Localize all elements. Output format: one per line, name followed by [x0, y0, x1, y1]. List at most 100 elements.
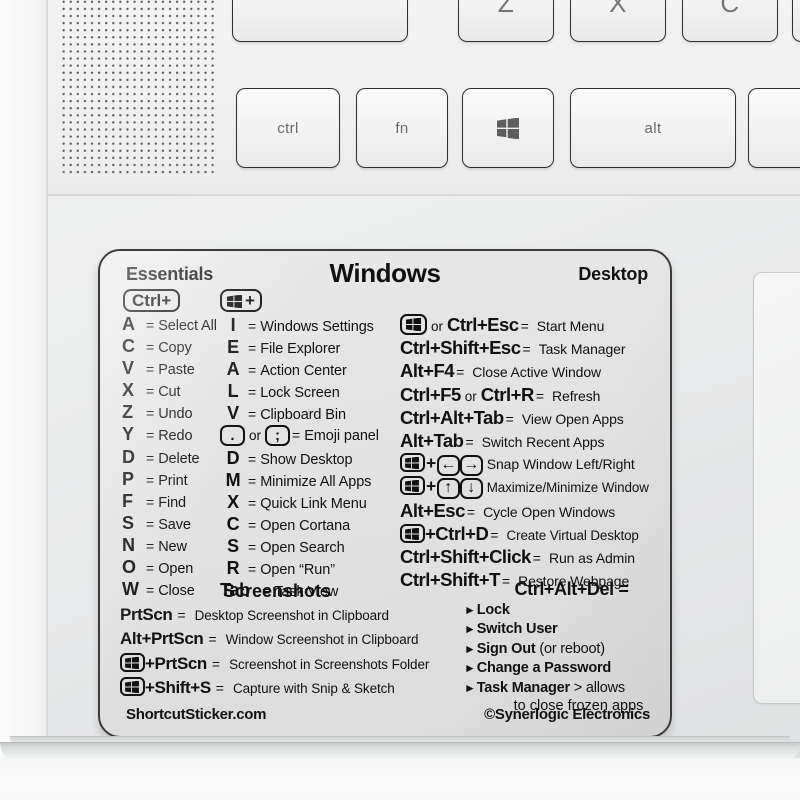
sticker-columns: Ctrl+ A = Select All C = Copy V = Paste X = Cut …: [112, 289, 658, 600]
list-item: S = Open Search: [220, 536, 392, 558]
key-c-label: C: [720, 0, 740, 18]
equals-sign: =: [456, 364, 465, 381]
equals-sign: =: [248, 384, 257, 401]
winkey-cap-box: +: [220, 289, 262, 312]
equals-sign: =: [532, 549, 541, 566]
key-alt[interactable]: alt: [570, 88, 736, 168]
key-right-extra[interactable]: [748, 88, 800, 168]
shortcut-key: +Shift+S: [145, 678, 211, 697]
shortcut-desc: View Open Apps: [521, 410, 624, 427]
list-item: ►Change a Password: [464, 659, 670, 678]
keyboard-shortcut-sticker: Essentials Windows Desktop Ctrl+ A = Selec…: [98, 249, 672, 738]
option-label: Lock: [476, 602, 510, 618]
or-label: or: [464, 388, 477, 404]
shortcut-key: A: [226, 359, 240, 380]
equals-sign: =: [248, 340, 257, 357]
key-c[interactable]: C: [682, 0, 778, 42]
equals-sign: =: [146, 560, 155, 577]
list-item: S = Save: [122, 513, 222, 535]
triangle-bullet-icon: ►: [464, 622, 476, 637]
shortcut-combo: Alt+Tab: [400, 429, 464, 451]
shortcut-key: L: [227, 381, 239, 402]
equals-sign: =: [248, 472, 257, 489]
shortcut-desc: Snap Window Left/Right: [486, 456, 635, 473]
shortcut-combo: Alt+Esc: [400, 499, 465, 521]
windows-logo-icon: [400, 314, 427, 335]
list-item: O = Open: [122, 557, 222, 579]
ctrl-shortcut-list: A = Select All C = Copy V = Paste X = Cut Z = Undo…: [122, 314, 222, 601]
option-label: Sign Out: [476, 640, 536, 657]
list-item: E = File Explorer: [220, 337, 392, 359]
shortcut-key: A: [122, 314, 135, 334]
shortcut-desc: Cut: [158, 384, 181, 401]
shortcut-desc: Cycle Open Windows: [483, 503, 616, 520]
shortcut-desc: Open Cortana: [260, 517, 351, 534]
equals-sign: =: [146, 493, 155, 510]
key-fn-label: fn: [395, 119, 409, 137]
equals-sign: =: [211, 656, 221, 672]
deck-divider-line: [48, 194, 800, 196]
equals-sign: =: [248, 318, 257, 334]
shortcut-desc: Print: [158, 472, 188, 489]
list-item: C = Copy: [122, 336, 222, 358]
key-ctrl-label: ctrl: [277, 119, 299, 137]
list-item: Z = Undo: [122, 402, 222, 424]
windows-logo-icon: [120, 677, 145, 696]
or-label: or: [249, 428, 262, 444]
windows-logo-icon: [497, 117, 519, 139]
list-item: Y = Redo: [122, 424, 222, 446]
windows-logo-icon: [120, 653, 145, 672]
shortcut-combo: Ctrl+F5: [400, 383, 461, 405]
list-item: X = Quick Link Menu: [220, 492, 392, 514]
list-item-emoji: . or ; = Emoji panel: [220, 425, 392, 447]
shortcut-combo: Ctrl+Esc: [447, 314, 519, 335]
shortcut-key: S: [227, 535, 239, 556]
list-item: D = Delete: [122, 447, 222, 469]
arrow-right-icon: →: [459, 454, 483, 476]
triangle-bullet-icon: ►: [464, 641, 476, 656]
shortcut-combo: Ctrl+Shift+Click: [400, 545, 531, 567]
equals-sign: =: [146, 361, 155, 378]
shortcut-key: Alt+PrtScn: [120, 629, 204, 648]
triangle-bullet-icon: ►: [464, 603, 476, 617]
key-ctrl[interactable]: ctrl: [236, 88, 340, 168]
copyright-label: ©Synerlogic Electronics: [484, 706, 650, 723]
key-alt-label: alt: [644, 119, 662, 137]
shortcut-desc: Copy: [158, 340, 192, 357]
key-v[interactable]: [792, 0, 800, 42]
sticker-footer: ShortcutSticker.com ©Synerlogic Electron…: [112, 706, 658, 730]
equals-sign: =: [490, 526, 499, 543]
key-z[interactable]: Z: [458, 0, 554, 42]
arrow-up-icon: ↑: [436, 477, 460, 499]
list-item: Ctrl+Alt+Tab = View Open Apps: [400, 407, 670, 430]
equals-sign: =: [248, 561, 257, 578]
windows-logo-icon: [227, 294, 242, 309]
list-item: PrtScn = Desktop Screenshot in Clipboard: [120, 605, 429, 629]
shortcut-desc: Open Search: [260, 539, 345, 556]
shortcut-desc: Quick Link Menu: [260, 495, 367, 512]
list-item: X = Cut: [122, 380, 222, 402]
key-shift[interactable]: shift ↑: [232, 0, 408, 42]
windows-logo-icon: [400, 476, 425, 496]
equals-sign: =: [248, 450, 257, 467]
shortcut-desc: Window Screenshot in Clipboard: [225, 632, 419, 647]
key-x[interactable]: X: [570, 0, 666, 42]
shortcut-desc: Save: [158, 516, 191, 533]
arrow-left-icon: ←: [436, 454, 460, 476]
shortcut-combo-alt: Ctrl+R: [480, 383, 535, 405]
list-item: +PrtScn = Screenshot in Screenshots Fold…: [120, 653, 429, 677]
shortcut-desc: Switch Recent Apps: [481, 433, 605, 450]
shortcut-desc: Refresh: [552, 387, 601, 404]
trackpad[interactable]: [753, 272, 800, 704]
list-item: P = Print: [122, 469, 222, 491]
shortcut-desc: Open: [158, 561, 194, 578]
ctrl-alt-del-title: Ctrl+Alt+Del =: [514, 579, 629, 599]
equals-sign: =: [520, 318, 529, 334]
shortcut-combo: Ctrl+Shift+Esc: [400, 337, 521, 359]
equals-sign: =: [146, 449, 155, 466]
shortcut-desc: Screenshot in Screenshots Folder: [229, 657, 430, 672]
shortcut-desc: Show Desktop: [260, 451, 353, 468]
key-fn[interactable]: fn: [356, 88, 448, 168]
shortcut-key: O: [122, 557, 136, 578]
key-windows[interactable]: [462, 88, 554, 168]
